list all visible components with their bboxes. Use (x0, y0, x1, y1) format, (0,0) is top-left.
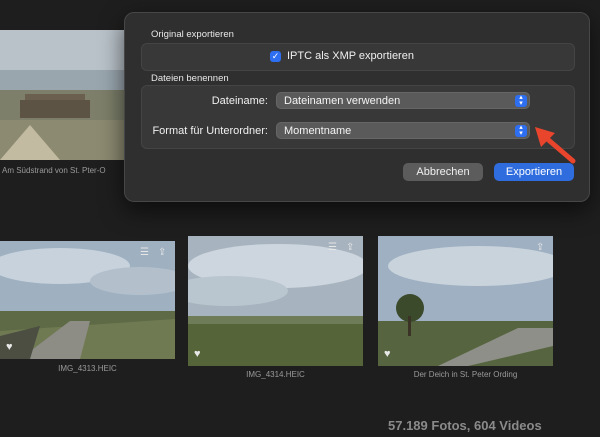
photo-thumbnail-1[interactable]: ☰ ⇪ ♥ (0, 241, 175, 359)
photo-caption: Der Deich in St. Peter Ording (413, 370, 518, 379)
favorite-heart-icon[interactable]: ♥ (384, 348, 391, 360)
chevron-updown-icon: ▴ ▾ (515, 94, 527, 107)
filename-select[interactable]: Dateinamen verwenden ▴ ▾ (276, 92, 530, 109)
photo-top-left[interactable] (0, 30, 124, 160)
photo-image (378, 236, 553, 366)
export-dialog: Original exportieren ✓ IPTC als XMP expo… (124, 12, 590, 202)
favorite-heart-icon[interactable]: ♥ (6, 341, 13, 353)
iptc-checkbox-label[interactable]: IPTC als XMP exportieren (287, 50, 414, 62)
subfolder-format-select[interactable]: Momentname ▴ ▾ (276, 122, 530, 139)
export-button[interactable]: Exportieren (494, 163, 574, 181)
section-title-file-naming: Dateien benennen (151, 73, 229, 84)
photo-thumbnail-3[interactable]: ⇪ ♥ (378, 236, 553, 366)
share-icon: ⇪ (158, 247, 167, 258)
adjustments-icon: ☰ (328, 242, 337, 253)
subfolder-format-label: Format für Unterordner: (152, 125, 268, 137)
original-export-group: ✓ IPTC als XMP exportieren (141, 43, 575, 71)
library-count: 57.189 Fotos, 604 Videos (388, 418, 542, 433)
file-naming-group: Dateiname: Dateinamen verwenden ▴ ▾ Forma… (141, 85, 575, 149)
iptc-checkbox[interactable]: ✓ (270, 51, 281, 62)
share-icon: ⇪ (536, 242, 545, 253)
photo-thumbnail-2[interactable]: ☰ ⇪ ♥ (188, 236, 363, 366)
photo-caption: IMG_4313.HEIC (58, 364, 117, 373)
photo-caption: IMG_4314.HEIC (246, 370, 305, 379)
filename-label: Dateiname: (211, 95, 268, 107)
photo-caption: Am Südstrand von St. Pter-O (2, 166, 106, 175)
favorite-heart-icon[interactable]: ♥ (194, 348, 201, 360)
chevron-updown-icon: ▴ ▾ (515, 124, 527, 137)
adjustments-icon: ☰ (140, 247, 149, 258)
cancel-button[interactable]: Abbrechen (403, 163, 483, 181)
subfolder-format-select-value: Momentname (284, 125, 352, 137)
section-title-original: Original exportieren (151, 29, 234, 40)
filename-select-value: Dateinamen verwenden (284, 95, 401, 107)
share-icon: ⇪ (346, 242, 355, 253)
photo-image (0, 241, 175, 359)
annotation-arrow-icon (535, 127, 576, 164)
photo-image (188, 236, 363, 366)
photo-image (0, 30, 124, 160)
